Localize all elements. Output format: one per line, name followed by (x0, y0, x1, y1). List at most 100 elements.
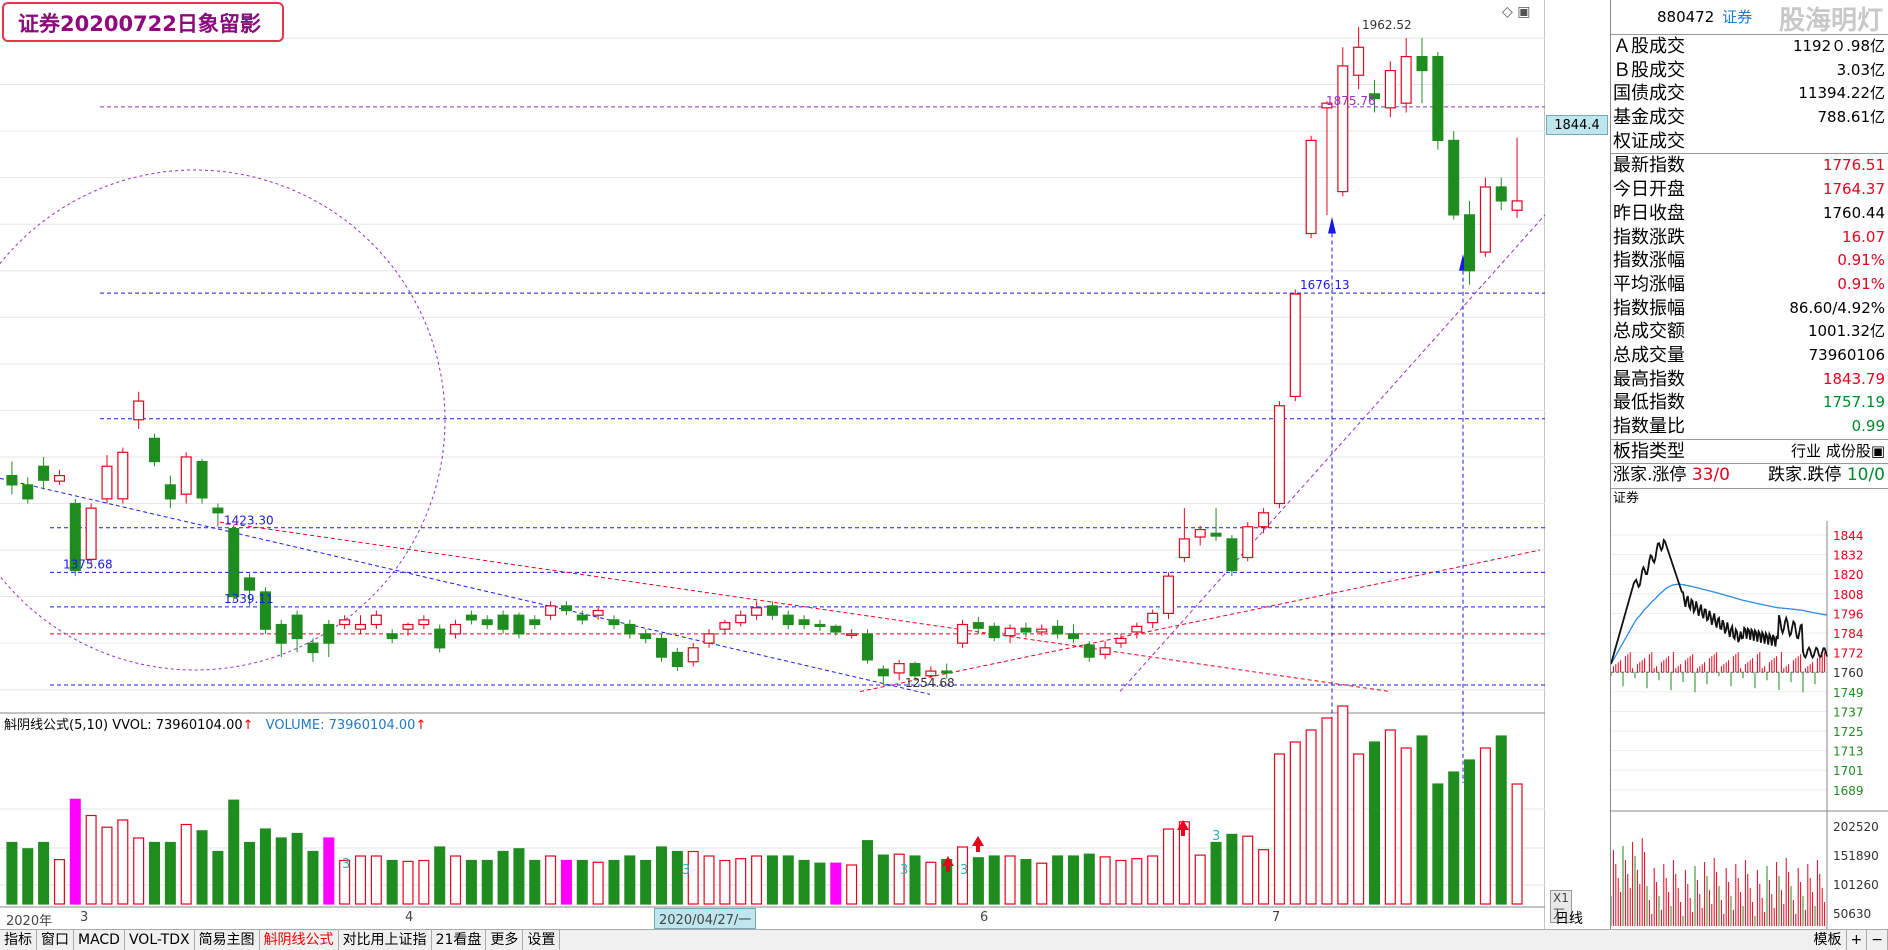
signal-mark: 3 (1212, 829, 1220, 844)
mini-axis-label: 1713 (1833, 745, 1864, 759)
quote-row: 平均涨幅 0.91% (1611, 273, 1888, 297)
candle-body (1036, 628, 1048, 633)
candle-body (1052, 625, 1064, 635)
volume-bar (640, 859, 652, 905)
quote-label: Ｂ股成交 (1613, 59, 1685, 81)
candle-body (1432, 56, 1444, 142)
kline-chart[interactable]: 1950190018501800175017001650160015501500… (0, 0, 1545, 930)
bottom-tab-2[interactable]: MACD (74, 930, 125, 950)
candle-body (576, 614, 588, 621)
candle-body (1099, 647, 1111, 655)
window-controls-icon[interactable]: ◇ ▣ (1502, 4, 1530, 20)
candle-body (814, 623, 826, 627)
candle-body (339, 619, 351, 626)
volume-bar (22, 848, 34, 905)
quote-label: 指数涨跌 (1613, 226, 1685, 248)
bottom-tab-8[interactable]: 更多 (486, 930, 524, 950)
candle-body (1305, 139, 1317, 235)
bottom-tab-3[interactable]: VOL-TDX (125, 930, 195, 950)
volume-bar (1194, 854, 1206, 905)
index-category[interactable]: 证券 (1722, 8, 1752, 26)
candle-body (1178, 538, 1190, 559)
quote-row: 权证成交 (1611, 130, 1888, 154)
bottom-tab-0[interactable]: 指标 (0, 930, 37, 950)
volume-bar (798, 859, 810, 905)
indicator-label[interactable]: 斛阴线公式(5,10) VVOL: 73960104.00↑ VOLUME: 7… (4, 714, 426, 733)
zoom-out-button[interactable]: − (1867, 930, 1888, 950)
bottom-tab-4[interactable]: 简易主图 (195, 930, 260, 950)
candle-body (560, 605, 572, 612)
volume-bar (1067, 855, 1079, 905)
template-button[interactable]: 模板 (1810, 930, 1847, 950)
zoom-in-button[interactable]: + (1847, 930, 1868, 950)
candle-body (180, 456, 192, 495)
volume-value: VOLUME: 73960104.00 (265, 718, 416, 733)
candle-body (846, 633, 858, 636)
candle-body (1353, 46, 1365, 76)
up-arrow-icon (1328, 216, 1336, 234)
candle-body (1115, 637, 1127, 644)
candle-body (164, 484, 176, 500)
bottom-tab-7[interactable]: 21看盘 (432, 930, 487, 950)
candle-body (608, 619, 620, 626)
price-annotation: 1962.52 (1362, 18, 1412, 32)
quote-label: 平均涨幅 (1613, 273, 1685, 295)
quote-row: Ａ股成交 1192０.98亿 (1611, 35, 1888, 59)
mini-chart-title: 证券 (1611, 488, 1888, 509)
candle-body (545, 605, 557, 616)
volume-bar (1099, 856, 1111, 905)
candle-body (1226, 538, 1238, 572)
volume-bar (1147, 855, 1159, 905)
signal-mark: 3 (900, 863, 908, 878)
quote-row: 最新指数 1776.51 (1611, 153, 1888, 178)
bottom-tab-6[interactable]: 对比用上证指 (339, 930, 432, 950)
candle-body (1464, 214, 1476, 272)
bottom-tab-1[interactable]: 窗口 (37, 930, 74, 950)
volume-bar (212, 850, 224, 905)
index-code-header: 880472 证券 股海明灯 (1611, 0, 1888, 36)
volume-bar (1036, 862, 1048, 905)
quote-row: 指数量比 0.99 (1611, 415, 1888, 439)
volume-arrow: ↑ (415, 718, 427, 733)
index-code: 880472 (1657, 8, 1715, 26)
candle-body (38, 465, 50, 481)
candle-body (1163, 575, 1175, 614)
quote-label: 指数涨幅 (1613, 250, 1685, 272)
candle-body (1511, 200, 1523, 211)
volume-bar (877, 854, 889, 905)
quote-value: 86.60/4.92% (1789, 298, 1885, 317)
period-tab-daily[interactable]: 日线 (1555, 908, 1583, 928)
quote-row: 指数涨幅 0.91% (1611, 249, 1888, 273)
candle-body (1083, 644, 1095, 658)
quote-row: 基金成交 788.61亿 (1611, 106, 1888, 130)
volume-bar (766, 855, 778, 905)
bottom-tab-5[interactable]: 斛阴线公式 (260, 930, 339, 950)
volume-bar (323, 837, 335, 905)
candle-body (719, 622, 731, 630)
quote-value: 1192０.98亿 (1792, 37, 1885, 55)
mini-axis-label: 1701 (1833, 764, 1864, 778)
candle-body (465, 614, 477, 621)
quote-value: 1776.51 (1822, 156, 1885, 175)
candle-body (925, 670, 937, 677)
quote-label: 最低指数 (1613, 392, 1685, 414)
candle-body (988, 625, 1000, 639)
candle-body (434, 628, 446, 649)
volume-bar (1115, 859, 1127, 905)
volume-bar (354, 855, 366, 905)
bottom-tab-9[interactable]: 设置 (523, 930, 561, 950)
volume-bar (1479, 747, 1491, 905)
quote-row: 总成交量 73960106 (1611, 344, 1888, 368)
candle-body (877, 668, 889, 677)
volume-bar (592, 861, 604, 905)
mini-axis-label: 1844 (1833, 529, 1864, 543)
intraday-mini-chart[interactable]: 1844 1832 1820 1808 1796 1784 1772 1760 1749 1737… (1611, 521, 1888, 929)
volume-bar (545, 855, 557, 905)
date-selected[interactable]: 2020/04/27/一 (654, 908, 757, 929)
candle-body (117, 451, 129, 500)
volume-bars (6, 705, 1523, 905)
candle-body (687, 647, 699, 663)
candle-body (53, 474, 65, 482)
volume-bar (117, 819, 129, 905)
quote-label: 指数量比 (1613, 416, 1685, 437)
